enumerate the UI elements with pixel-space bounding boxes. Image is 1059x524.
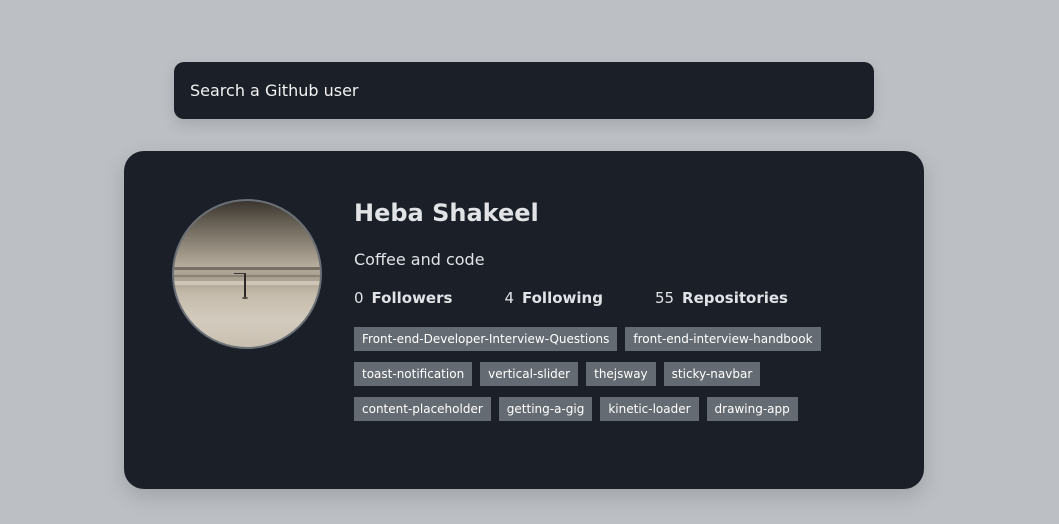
repositories-label: Repositories: [682, 288, 788, 307]
following-stat: 4 Following: [504, 289, 603, 307]
user-stats: 0 Followers 4 Following 55 Repositories: [354, 289, 894, 307]
user-info: Heba Shakeel Coffee and code 0 Followers …: [354, 199, 894, 432]
repositories-stat: 55 Repositories: [655, 289, 788, 307]
following-label: Following: [521, 288, 603, 307]
user-name: Heba Shakeel: [354, 199, 539, 227]
repo-link[interactable]: sticky-navbar: [663, 361, 761, 386]
avatar[interactable]: [172, 199, 322, 349]
repo-list: Front-end-Developer-Interview-Questions …: [354, 326, 894, 432]
followers-stat: 0 Followers: [354, 289, 452, 307]
search-form: [174, 62, 874, 119]
repo-link[interactable]: Front-end-Developer-Interview-Questions: [354, 326, 618, 351]
user-card: Heba Shakeel Coffee and code 0 Followers …: [124, 151, 924, 489]
search-input[interactable]: [174, 62, 874, 119]
repo-link[interactable]: drawing-app: [706, 396, 798, 421]
followers-label: Followers: [371, 288, 453, 307]
repo-link[interactable]: vertical-slider: [480, 361, 579, 386]
repo-link[interactable]: front-end-interview-handbook: [625, 326, 821, 351]
followers-count: 0: [354, 288, 364, 307]
avatar-photo-icon: [174, 267, 320, 299]
repo-link[interactable]: getting-a-gig: [498, 396, 593, 421]
repo-link[interactable]: thejsway: [586, 361, 656, 386]
repo-link[interactable]: toast-notification: [354, 361, 473, 386]
user-bio: Coffee and code: [354, 249, 485, 269]
repositories-count: 55: [654, 288, 675, 307]
repo-link[interactable]: content-placeholder: [354, 396, 491, 421]
following-count: 4: [504, 288, 514, 307]
repo-link[interactable]: kinetic-loader: [600, 396, 699, 421]
